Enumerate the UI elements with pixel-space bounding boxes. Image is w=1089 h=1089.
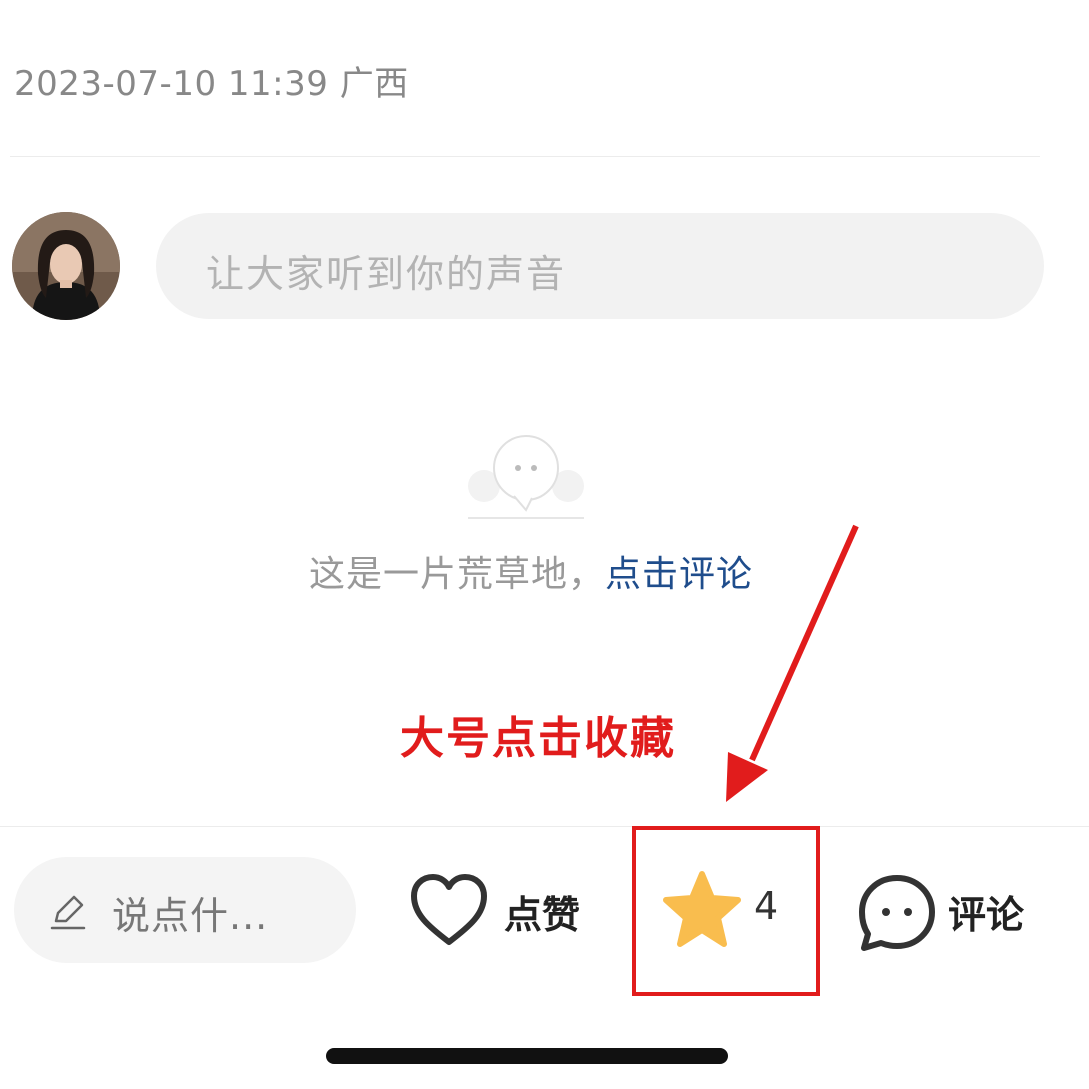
empty-state-text: 这是一片荒草地，点击评论 xyxy=(0,545,1062,597)
heart-icon xyxy=(411,874,487,945)
post-meta: 2023-07-10 11:39 广西 xyxy=(14,56,409,105)
comment-link[interactable]: 点击评论 xyxy=(605,554,753,595)
chat-bubble-illustration xyxy=(466,430,586,522)
comment-bubble-icon xyxy=(859,875,935,951)
like-label: 点赞 xyxy=(504,893,581,937)
annotation-label: 大号点击收藏 xyxy=(400,713,676,764)
annotation-highlight-box xyxy=(632,826,820,996)
say-something-label: 说点什... xyxy=(112,894,269,938)
comment-input-placeholder: 让大家听到你的声音 xyxy=(206,252,567,296)
bottom-bar-divider xyxy=(0,826,1089,827)
comment-button[interactable]: 评论 xyxy=(856,868,1056,952)
like-button[interactable]: 点赞 xyxy=(408,868,608,952)
pencil-icon xyxy=(50,895,86,930)
divider xyxy=(10,156,1040,157)
empty-state-message: 这是一片荒草地， xyxy=(308,554,605,595)
comment-label: 评论 xyxy=(948,893,1025,937)
post-timestamp: 2023-07-10 11:39 xyxy=(14,64,329,104)
home-indicator[interactable] xyxy=(326,1048,728,1064)
comment-input[interactable]: 让大家听到你的声音 xyxy=(156,213,1044,319)
avatar[interactable] xyxy=(12,212,120,320)
say-something-button[interactable]: 说点什... xyxy=(14,857,356,963)
post-location: 广西 xyxy=(339,64,409,104)
